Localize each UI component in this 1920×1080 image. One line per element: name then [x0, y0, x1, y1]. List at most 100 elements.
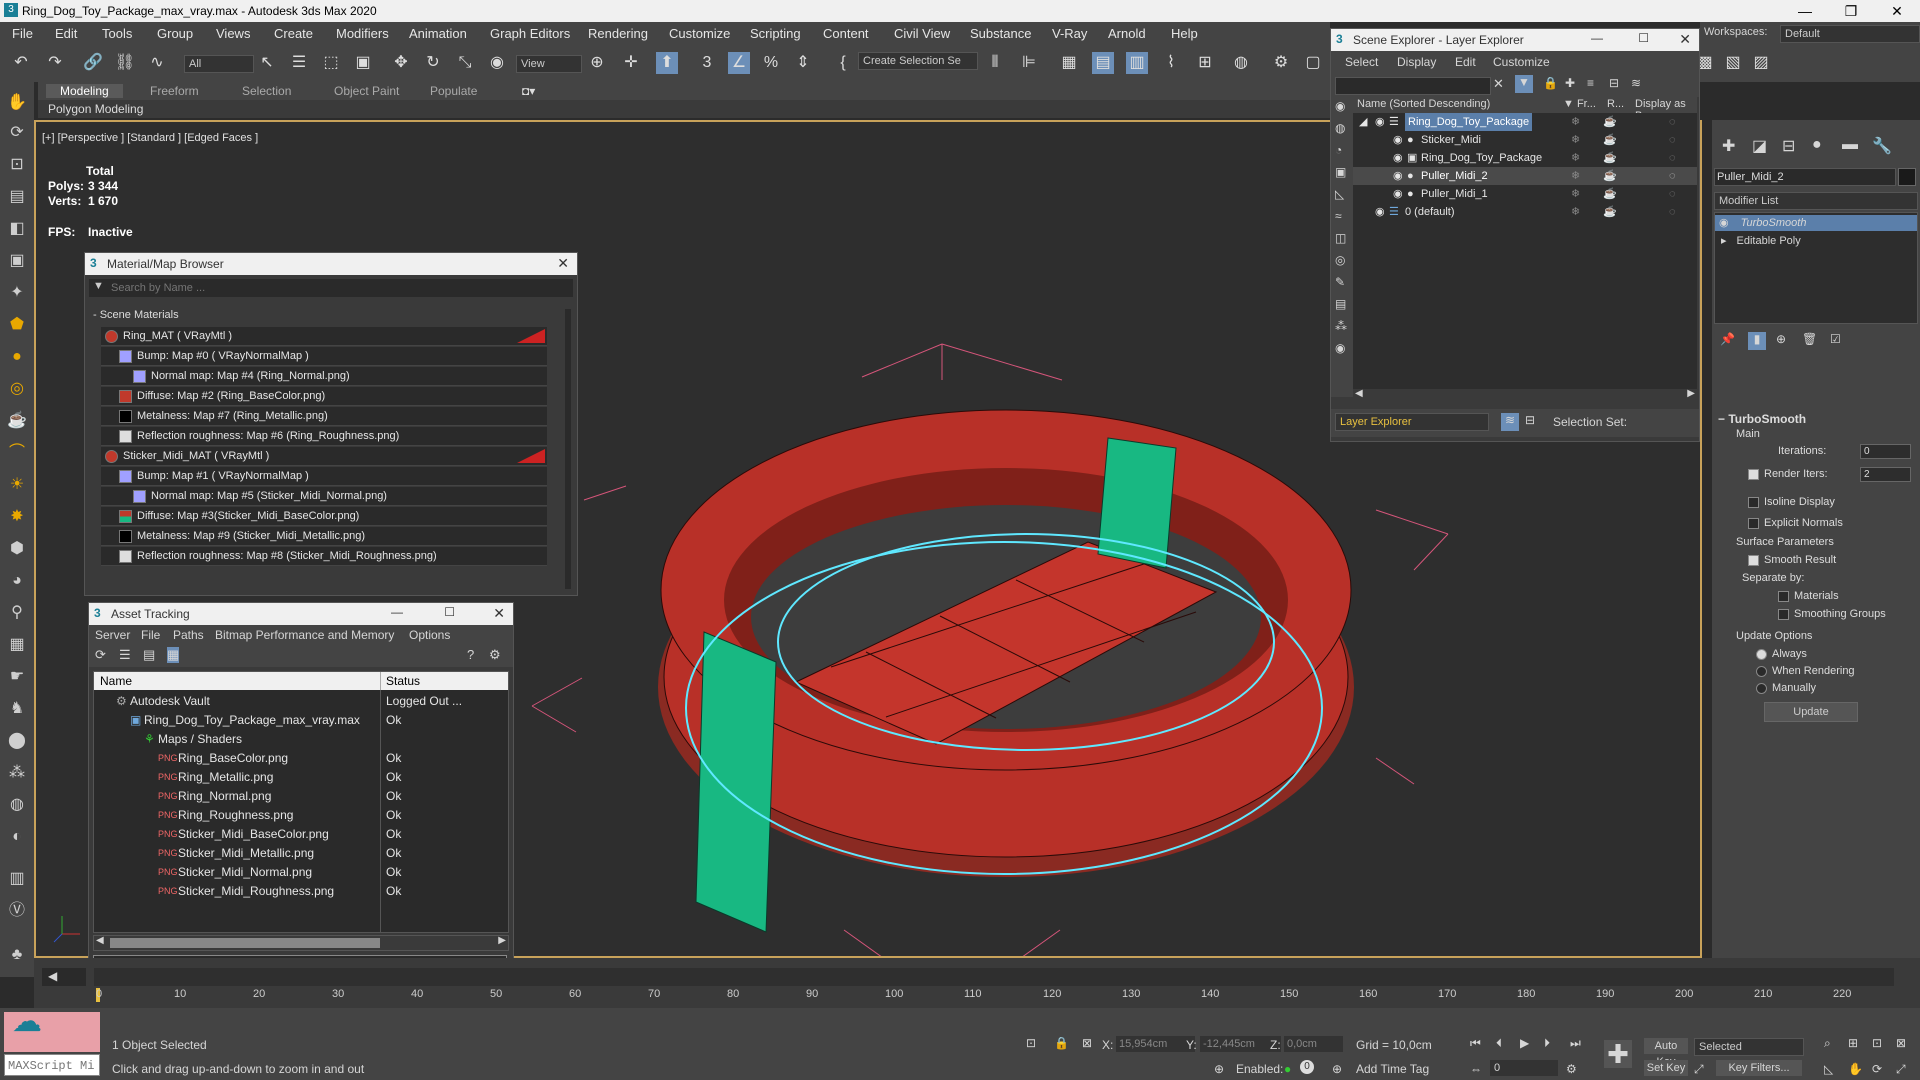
tab-freeform[interactable]: Freeform [150, 84, 199, 98]
zoom-all-icon[interactable]: ⊞ [1848, 1036, 1858, 1050]
current-frame-field[interactable]: 0 [1490, 1060, 1558, 1076]
material-item[interactable]: Ring_MAT ( VRayMtl ) [101, 327, 547, 346]
map-item[interactable]: Diffuse: Map #2 (Ring_BaseColor.png) [101, 387, 547, 406]
scene-materials-header[interactable]: - Scene Materials [93, 309, 179, 321]
scroll-thumb[interactable] [110, 938, 380, 948]
layers-icon[interactable]: ≋ [1631, 76, 1641, 90]
orbit-icon[interactable]: ⟳ [6, 122, 28, 144]
clear-search-icon[interactable]: ✕ [1493, 76, 1504, 92]
menu-file[interactable]: File [141, 628, 160, 642]
show-end-result-icon[interactable]: ▮ [1748, 332, 1766, 350]
scale-icon[interactable]: ⤡ [454, 52, 476, 74]
play-icon[interactable]: ▶ [1520, 1036, 1529, 1050]
map-item[interactable]: Normal map: Map #4 (Ring_Normal.png) [101, 367, 547, 386]
add-time-tag-icon[interactable]: ⊕ [1332, 1062, 1342, 1076]
tree-row[interactable]: ◉ ▣ Ring_Dog_Toy_Package ❄ ☕ ◌ [1353, 149, 1697, 167]
object-name-field[interactable] [1714, 168, 1896, 186]
camera-icon[interactable]: ▣ [6, 250, 28, 272]
selection-filter-dropdown[interactable]: All [184, 55, 254, 73]
cloud-icon[interactable]: ☁ [12, 1004, 42, 1039]
select-manipulate-icon[interactable]: ✛ [620, 52, 642, 74]
tab-populate[interactable]: Populate [430, 84, 477, 98]
bend-icon[interactable]: ⌒ [6, 442, 28, 464]
column-name[interactable]: Name [100, 674, 132, 688]
filter-icon[interactable]: ▼ [1515, 75, 1533, 93]
maxscript-mini-listener[interactable]: MAXScript Mi [4, 1054, 100, 1076]
pan-view-icon[interactable]: ✋ [1848, 1062, 1863, 1076]
toggle-ribbon-icon[interactable]: ▥ [1126, 52, 1148, 74]
particle-filter-icon[interactable]: ⁂ [1335, 319, 1347, 333]
display-tab-icon[interactable]: ▬ [1842, 136, 1858, 154]
y-coordinate-field[interactable]: -12,445cm [1200, 1036, 1281, 1052]
bone-filter-icon[interactable]: ▤ [1335, 297, 1346, 311]
help-icon[interactable]: ? [467, 647, 474, 662]
key-selection-dropdown[interactable]: Selected [1694, 1038, 1804, 1056]
material-browser-scrollbar[interactable] [565, 309, 571, 589]
undo-icon[interactable]: ↶ [10, 52, 32, 74]
select-by-name-icon[interactable]: ☰ [288, 52, 310, 74]
grid-icon[interactable]: ▦ [6, 634, 28, 656]
orbit-view-icon[interactable]: ⟳ [1872, 1062, 1882, 1076]
menu-create[interactable]: Create [274, 26, 313, 41]
table-row[interactable]: PNG Ring_Roughness.png Ok [94, 806, 508, 825]
group-filter-icon[interactable]: ◎ [1335, 253, 1345, 267]
scene-search-input[interactable] [1335, 77, 1491, 95]
map-item[interactable]: Diffuse: Map #3(Sticker_Midi_BaseColor.p… [101, 507, 547, 526]
column-status[interactable]: Status [386, 674, 420, 688]
menu-civil-view[interactable]: Civil View [894, 26, 950, 41]
modify-tab-icon[interactable]: ◪ [1752, 136, 1767, 156]
angle-snap-icon[interactable]: ∠ [728, 52, 750, 74]
column-render[interactable]: R... [1607, 98, 1624, 110]
z-coordinate-field[interactable]: 0,0cm [1284, 1036, 1343, 1052]
maximize-button[interactable]: ❐ [1828, 0, 1874, 22]
bone-icon[interactable]: ⚲ [6, 602, 28, 624]
object-color-swatch[interactable] [1898, 168, 1916, 186]
map-item[interactable]: Metalness: Map #9 (Sticker_Midi_Metallic… [101, 527, 547, 546]
scene-explorer-scrollbar[interactable]: ◀ ▶ [1353, 388, 1697, 403]
new-layer-icon[interactable]: ✚ [1565, 76, 1575, 90]
cube-icon[interactable]: ⬢ [6, 538, 28, 560]
table-row[interactable]: ▣ Ring_Dog_Toy_Package_max_vray.max Ok [94, 711, 508, 730]
always-radio[interactable]: Always [1756, 648, 1807, 660]
utilities-tab-icon[interactable]: 🔧 [1872, 136, 1892, 156]
table-row[interactable]: PNG Ring_Metallic.png Ok [94, 768, 508, 787]
map-item[interactable]: Bump: Map #0 ( VRayNormalMap ) [101, 347, 547, 366]
motion-tab-icon[interactable]: ● [1812, 136, 1822, 154]
menu-select[interactable]: Select [1345, 55, 1378, 69]
render-iterative-icon[interactable]: ▧ [1722, 52, 1744, 74]
ball-icon[interactable]: ⬤ [6, 730, 28, 752]
pivot-icon[interactable]: ⊕ [586, 52, 608, 74]
particles-icon[interactable]: ⁂ [6, 762, 28, 784]
visibility-filter-icon[interactable]: ◉ [1335, 341, 1345, 355]
torus-icon[interactable]: ◎ [6, 378, 28, 400]
zoom-extents-all-icon[interactable]: ⊠ [1896, 1036, 1906, 1050]
add-to-layer-icon[interactable]: ≡ [1587, 76, 1594, 90]
menu-rendering[interactable]: Rendering [588, 26, 648, 41]
menu-tools[interactable]: Tools [102, 26, 132, 41]
table-row[interactable]: PNG Sticker_Midi_Roughness.png Ok [94, 882, 508, 901]
tab-selection[interactable]: Selection [242, 84, 291, 98]
polygon-modeling-label[interactable]: Polygon Modeling [48, 102, 143, 116]
maximize-icon[interactable]: ☐ [1638, 31, 1649, 45]
menu-arnold[interactable]: Arnold [1108, 26, 1146, 41]
rectangular-selection-icon[interactable]: ⬚ [320, 52, 342, 74]
menu-file[interactable]: File [12, 26, 33, 41]
box-icon[interactable]: ◧ [6, 218, 28, 240]
close-button[interactable]: ✕ [1874, 0, 1920, 22]
tree-row[interactable]: ◉ ● Puller_Midi_1 ❄ ☕ ◌ [1353, 185, 1697, 203]
layers-toggle-icon[interactable]: ≋ [1501, 413, 1519, 431]
ribbon-options-icon[interactable]: ◘▾ [522, 84, 535, 98]
selection-lock-icon[interactable]: 🔒 [1054, 1036, 1069, 1050]
hand-icon[interactable]: ☛ [6, 666, 28, 688]
schematic-view-icon[interactable]: ⊞ [1194, 52, 1216, 74]
menu-server[interactable]: Server [95, 628, 130, 642]
material-item[interactable]: Sticker_Midi_MAT ( VRayMtl ) [101, 447, 547, 466]
light-filter-icon[interactable]: ▣ [1335, 165, 1346, 179]
detail-view-icon[interactable]: ▤ [143, 647, 155, 663]
workspaces-dropdown[interactable]: Default [1780, 25, 1920, 43]
xref-filter-icon[interactable]: ✎ [1335, 275, 1345, 289]
remove-modifier-icon[interactable]: 🗑 [1802, 332, 1817, 346]
tree-icon[interactable]: ♣ [6, 944, 28, 966]
mirror-icon[interactable]: ⫴ [984, 52, 1006, 74]
rotate-icon[interactable]: ↻ [422, 52, 444, 74]
